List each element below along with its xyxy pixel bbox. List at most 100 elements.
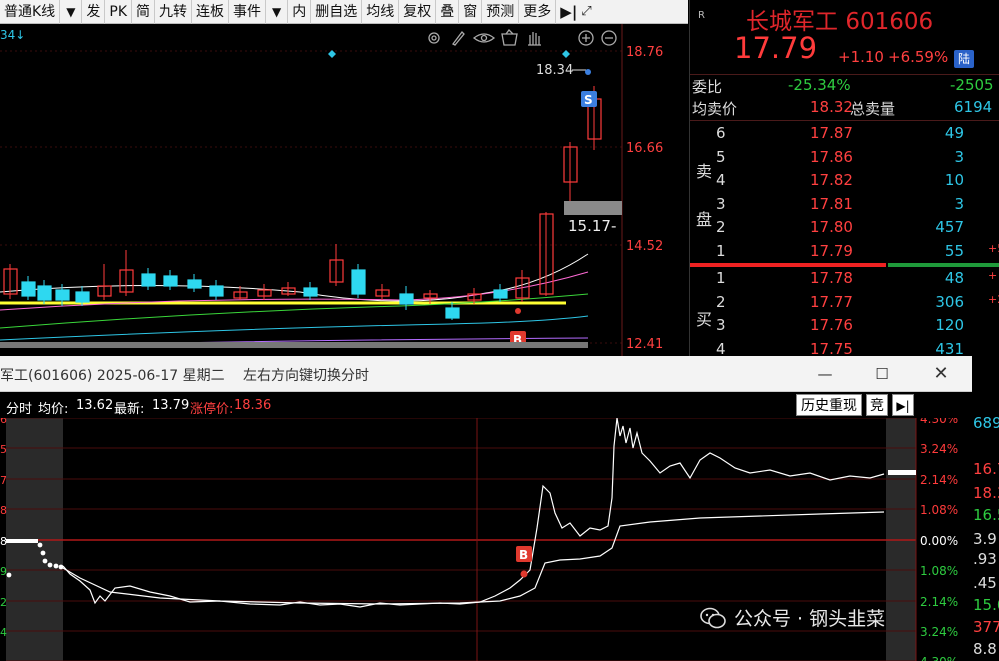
- buy-level-row[interactable]: 1 17.78 48 +: [690, 269, 999, 289]
- history-replay-button[interactable]: 历史重现: [796, 394, 862, 416]
- sell-level-row[interactable]: 5 17.86 3: [690, 148, 999, 168]
- avg-sell-row: 均卖价 18.32 总卖量 6194: [690, 98, 999, 118]
- b-intraday-badge-label: B: [519, 548, 528, 562]
- total-sell-value: 6194: [954, 98, 993, 116]
- jump-end-icon[interactable]: ▶|: [892, 394, 914, 416]
- minimize-button[interactable]: —: [812, 362, 838, 386]
- toolbar-adjust-button[interactable]: 复权: [399, 0, 437, 24]
- toolbar-simple-button[interactable]: 简: [132, 0, 156, 24]
- kline-chart[interactable]: 34↓ 18.7616.6614.5212.41 18.34 S 15.17- …: [0, 24, 688, 357]
- side-value: 377: [973, 618, 999, 636]
- level-volume: 55: [944, 241, 964, 260]
- auction-button[interactable]: 竞: [866, 394, 888, 416]
- hand-icon[interactable]: [528, 32, 541, 46]
- eye-icon[interactable]: [472, 33, 496, 43]
- level-change: +2: [988, 292, 999, 306]
- toolbar-more-button[interactable]: 更多: [519, 0, 557, 24]
- pen-icon[interactable]: [452, 31, 465, 46]
- sell-level-row[interactable]: 3 17.81 3: [690, 195, 999, 215]
- buy-level-row[interactable]: 2 17.77 306 +2: [690, 293, 999, 313]
- pct-tick-label: 3.24%: [920, 625, 958, 639]
- pct-tick-label: 2.14%: [920, 595, 958, 609]
- toolbar-fa-button[interactable]: 发: [82, 0, 106, 24]
- info-latest-label: 最新:: [114, 402, 145, 417]
- pct-tick-label: 2.14%: [920, 473, 958, 487]
- toolbar-kline-dropdown[interactable]: ▼: [60, 0, 83, 24]
- toolbar-pk-button[interactable]: PK: [105, 0, 133, 24]
- level-volume: 49: [944, 124, 964, 142]
- level-number: 2: [716, 218, 726, 236]
- chart-tools: [428, 29, 617, 46]
- sell-level-row[interactable]: 6 17.87 49: [690, 124, 999, 144]
- level-number: 5: [716, 147, 726, 166]
- toolbar-nine-turn-button[interactable]: 九转: [155, 0, 193, 24]
- event-diamond-marker-right[interactable]: [562, 50, 570, 58]
- toolbar-forecast-button[interactable]: 预测: [482, 0, 520, 24]
- pct-tick-label: 1.08%: [920, 503, 958, 517]
- play-end-icon[interactable]: ▶|: [556, 0, 579, 24]
- maximize-button[interactable]: ☐: [869, 362, 895, 386]
- candle-body: [399, 293, 414, 305]
- left-tick-label: 8: [0, 535, 7, 548]
- toolbar-moving-average-button[interactable]: 均线: [362, 0, 400, 24]
- weibi-diff: -2505: [950, 76, 994, 94]
- sell-level-row[interactable]: 2 17.80 457: [690, 218, 999, 238]
- expand-icon[interactable]: ⤢: [579, 0, 593, 24]
- side-value: .93: [973, 550, 997, 568]
- sell-level-row[interactable]: 4 17.82 10: [690, 171, 999, 191]
- gear-icon[interactable]: [428, 32, 440, 44]
- level-number: 3: [716, 316, 726, 334]
- weibi-value: -25.34%: [788, 76, 851, 94]
- level-price: 17.77: [810, 292, 853, 311]
- left-tick-label: 4: [0, 626, 7, 639]
- side-value: 15.0: [973, 596, 999, 614]
- level-price: 17.78: [810, 269, 853, 287]
- stock-code: 601606: [845, 9, 934, 35]
- pct-tick-label: 4.30%: [920, 655, 958, 661]
- total-sell-label: 总卖量: [850, 100, 896, 118]
- event-diamond-marker[interactable]: [328, 50, 336, 58]
- buy-level-row[interactable]: 3 17.76 120: [690, 316, 999, 336]
- low-label-box: [564, 201, 622, 215]
- close-button[interactable]: ✕: [928, 362, 954, 386]
- price-tick-label: 14.52: [626, 239, 663, 254]
- candle-body: [163, 275, 178, 287]
- popup-titlebar[interactable]: 军工(601606) 2025-06-17 星期二 左右方向键切换分时 — ☐ …: [0, 356, 972, 392]
- latest-price: 17.79: [734, 31, 818, 65]
- info-avg-label: 均价:: [38, 402, 69, 417]
- price-change: +1.10: [838, 48, 884, 66]
- toolbar-events-dropdown[interactable]: ▼: [266, 0, 289, 24]
- level-price: 17.75: [810, 339, 853, 358]
- toolbar-kline-type[interactable]: 普通K线: [0, 0, 61, 24]
- toolbar-overlay-button[interactable]: 叠: [436, 0, 460, 24]
- price-change-pct: +6.59%: [888, 48, 949, 66]
- level-volume: 3: [954, 194, 964, 213]
- basket-icon[interactable]: [501, 29, 518, 46]
- toolbar-events-button[interactable]: 事件: [229, 0, 267, 24]
- candle-body: [493, 289, 508, 299]
- plus-circle-icon[interactable]: [578, 30, 594, 46]
- avg-price-line: [62, 511, 885, 605]
- exchange-badge: 陆: [954, 50, 974, 68]
- toolbar-window-button[interactable]: 窗: [459, 0, 483, 24]
- ma-cyan-line: [0, 315, 589, 341]
- minus-circle-icon[interactable]: [601, 30, 617, 46]
- toolbar-remove-watchlist-button[interactable]: 删自选: [311, 0, 363, 24]
- left-tick-label: 8: [0, 504, 7, 517]
- candle-body: [445, 307, 460, 319]
- side-value: 3.9: [973, 530, 997, 548]
- high-label: 18.34: [536, 63, 573, 78]
- level-number: 4: [716, 171, 726, 189]
- candle-body: [187, 279, 202, 289]
- side-value: 18.3: [973, 484, 999, 502]
- candle-body: [21, 281, 36, 297]
- toolbar-inner-button[interactable]: 内: [288, 0, 312, 24]
- stub-label: 34↓: [0, 28, 25, 42]
- toolbar-limit-board-button[interactable]: 连板: [192, 0, 230, 24]
- sell-level-row[interactable]: 1 17.79 55 +5: [690, 242, 999, 262]
- price-tick-label: 12.41: [626, 337, 663, 352]
- candle-body: [141, 273, 156, 287]
- low-label: 15.17-: [568, 217, 616, 235]
- level-volume: 10: [944, 171, 964, 189]
- watermark: 公众号 · 钢头韭菜: [700, 604, 885, 631]
